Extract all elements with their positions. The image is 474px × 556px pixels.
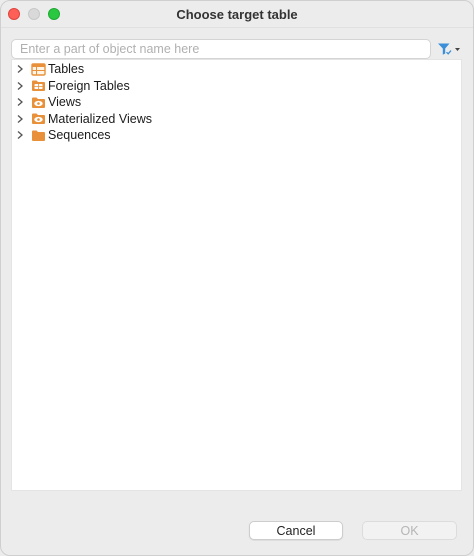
tree-item-sequences[interactable]: Sequences — [12, 127, 461, 143]
object-tree[interactable]: Tables Foreign Tables Views Materialized… — [11, 59, 462, 491]
folder-icon — [31, 128, 46, 142]
title-bar: Choose target table — [1, 1, 473, 28]
materialized-view-folder-icon — [31, 112, 46, 126]
cancel-button[interactable]: Cancel — [249, 521, 343, 540]
view-folder-icon — [31, 95, 46, 109]
chevron-right-icon[interactable] — [14, 111, 26, 127]
chevron-right-icon[interactable] — [14, 94, 26, 110]
dialog-window: Choose target table Enter a part of obje… — [0, 0, 474, 556]
tree-item-label: Materialized Views — [48, 111, 152, 126]
tree-item-label: Foreign Tables — [48, 78, 130, 93]
chevron-right-icon[interactable] — [14, 78, 26, 94]
tree-item-materialized-views[interactable]: Materialized Views — [12, 111, 461, 127]
chevron-right-icon[interactable] — [14, 61, 26, 77]
table-icon — [31, 62, 46, 76]
ok-button[interactable]: OK — [362, 521, 457, 540]
tree-item-tables[interactable]: Tables — [12, 61, 461, 77]
tree-item-views[interactable]: Views — [12, 94, 461, 110]
close-window-button[interactable] — [8, 8, 20, 20]
object-name-search-input[interactable] — [11, 39, 431, 59]
tree-item-label: Tables — [48, 62, 85, 76]
chevron-right-icon[interactable] — [14, 127, 26, 143]
dialog-footer: Cancel OK — [1, 493, 473, 555]
filter-icon — [438, 43, 452, 55]
tree-item-label: Sequences — [48, 128, 111, 142]
caret-down-icon — [455, 48, 460, 51]
tree-item-label: Views — [48, 95, 82, 109]
zoom-window-button[interactable] — [48, 8, 60, 20]
dialog-title: Choose target table — [176, 6, 298, 22]
search-row — [11, 39, 465, 59]
window-controls — [8, 8, 60, 20]
filter-button[interactable] — [437, 40, 463, 58]
tree-item-foreign-tables[interactable]: Foreign Tables — [12, 78, 461, 94]
minimize-window-button[interactable] — [28, 8, 40, 20]
foreign-table-folder-icon — [31, 79, 46, 93]
